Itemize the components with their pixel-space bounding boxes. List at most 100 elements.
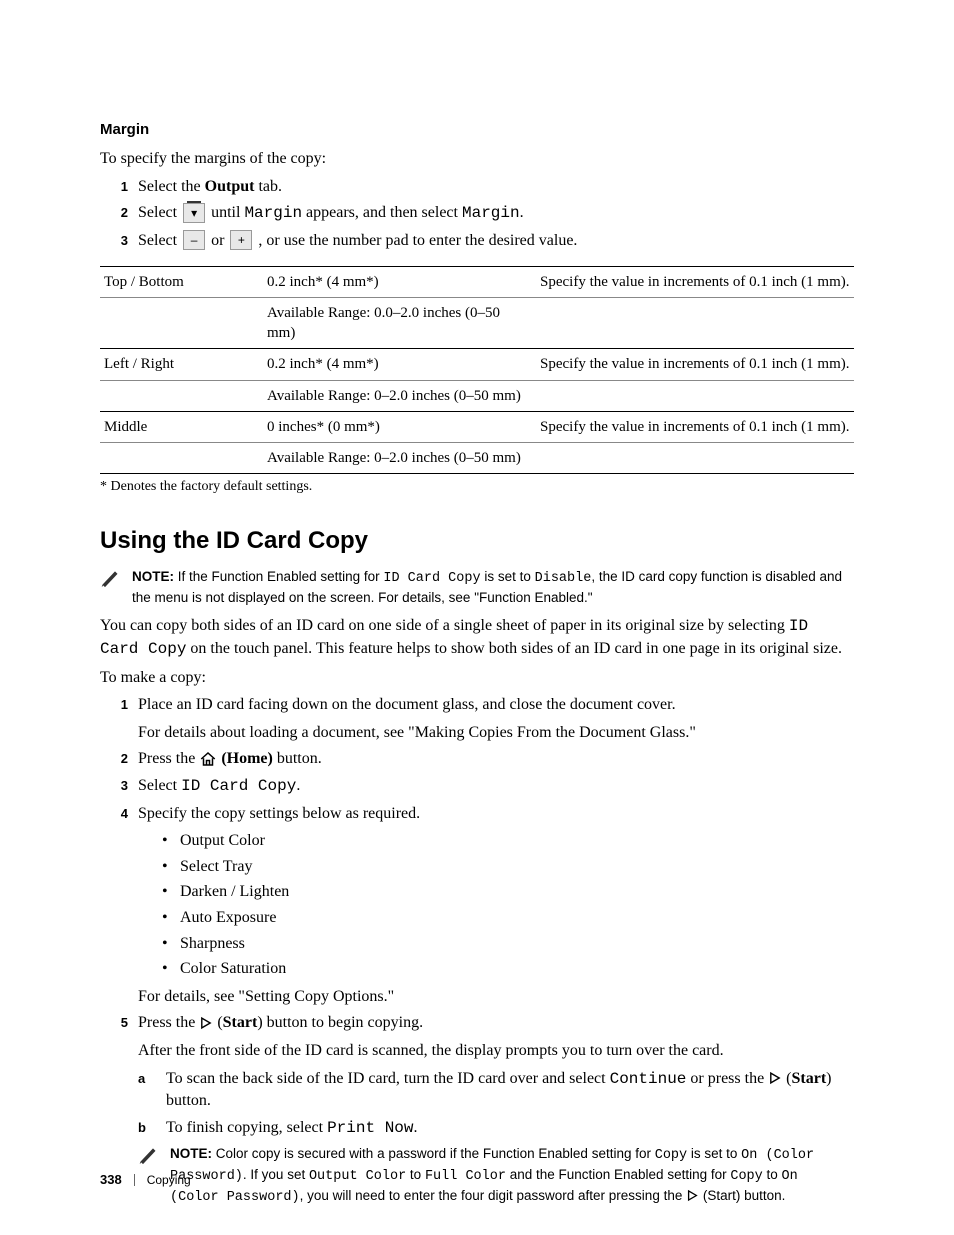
text: Output: [205, 178, 255, 195]
text: ID Card Copy: [383, 571, 480, 586]
text: .: [296, 777, 300, 794]
text: If the Function Enabled setting for: [178, 569, 384, 584]
table-cell: 0.2 inch* (4 mm*): [263, 349, 536, 380]
text: or: [211, 232, 228, 249]
text: Select: [138, 232, 181, 249]
note-icon: [100, 568, 126, 588]
text: Place an ID card facing down on the docu…: [138, 696, 676, 713]
margin-intro: To specify the margins of the copy:: [100, 148, 854, 170]
footnote: * Denotes the factory default settings.: [100, 478, 854, 497]
step-body: Specify the copy settings below as requi…: [138, 803, 854, 1008]
text: (Start) button.: [703, 1188, 786, 1203]
text: ID Card Copy: [181, 777, 296, 795]
text: , or use the number pad to enter the des…: [258, 232, 577, 249]
text: Print Now: [327, 1119, 413, 1137]
text: is set to: [687, 1146, 741, 1161]
text: Output Color: [309, 1169, 406, 1184]
step-number: 2: [100, 202, 138, 225]
text: or press the: [686, 1070, 768, 1087]
list-item: Darken / Lighten: [162, 881, 854, 903]
minus-icon: –: [183, 230, 205, 250]
text: (Home): [221, 750, 273, 767]
table-cell: Specify the value in increments of 0.1 i…: [536, 349, 854, 380]
down-arrow-icon: ▾: [183, 203, 205, 223]
start-icon: [199, 1016, 213, 1030]
text: tab.: [254, 178, 282, 195]
table-cell: Available Range: 0–2.0 inches (0–50 mm): [263, 443, 536, 474]
table-cell: Specify the value in increments of 0.1 i…: [536, 411, 854, 442]
text: until: [211, 204, 244, 221]
text: After the front side of the ID card is s…: [138, 1042, 724, 1059]
step-number: 1: [100, 694, 138, 743]
table-cell: Middle: [100, 411, 263, 442]
paragraph: You can copy both sides of an ID card on…: [100, 615, 854, 660]
text: Press the: [138, 1014, 199, 1031]
text: Full Color: [425, 1169, 506, 1184]
text: Copy: [655, 1148, 687, 1163]
table-cell: 0.2 inch* (4 mm*): [263, 266, 536, 297]
text: Select: [138, 777, 181, 794]
list-item: Auto Exposure: [162, 907, 854, 929]
step-body: Select ▾ until Margin appears, and then …: [138, 202, 854, 225]
section-name: Copying: [147, 1172, 191, 1188]
substep-body: To scan the back side of the ID card, tu…: [166, 1068, 854, 1112]
step-number: 1: [100, 176, 138, 198]
text: To finish copying, select: [166, 1119, 327, 1136]
divider: [134, 1174, 135, 1186]
step-body: Select – or + , or use the number pad to…: [138, 230, 854, 252]
margin-steps: 1 Select the Output tab. 2 Select ▾ unti…: [100, 176, 854, 252]
text: Select: [138, 204, 181, 221]
text: For details, see "Setting Copy Options.": [138, 988, 394, 1005]
idcard-steps: 1 Place an ID card facing down on the do…: [100, 694, 854, 1216]
text: ) button to begin copying.: [257, 1014, 423, 1031]
text: Start: [792, 1070, 827, 1087]
table-cell: Specify the value in increments of 0.1 i…: [536, 266, 854, 297]
text: , you will need to enter the four digit …: [300, 1188, 686, 1203]
text: You can copy both sides of an ID card on…: [100, 617, 789, 634]
bullet-list: Output Color Select Tray Darken / Lighte…: [162, 830, 854, 980]
step-number: 3: [100, 775, 138, 798]
start-icon: [768, 1071, 782, 1085]
step-body: Press the (Start) button to begin copyin…: [138, 1012, 854, 1216]
substep-letter: b: [138, 1117, 166, 1140]
table-cell: Left / Right: [100, 349, 263, 380]
margin-heading: Margin: [100, 120, 854, 140]
list-item: Color Saturation: [162, 958, 854, 980]
text: to: [406, 1167, 425, 1182]
idcard-heading: Using the ID Card Copy: [100, 525, 854, 557]
text: To scan the back side of the ID card, tu…: [166, 1070, 610, 1087]
text: Press the: [138, 750, 199, 767]
step-number: 3: [100, 230, 138, 252]
text: Start: [223, 1014, 258, 1031]
substep-letter: a: [138, 1068, 166, 1112]
page-footer: 338 Copying: [100, 1171, 191, 1189]
start-icon: [686, 1189, 699, 1202]
text: Margin: [462, 204, 520, 222]
step-body: Press the (Home) button.: [138, 748, 854, 770]
margin-table: Top / Bottom 0.2 inch* (4 mm*) Specify t…: [100, 266, 854, 475]
list-item: Select Tray: [162, 856, 854, 878]
note: NOTE: Color copy is secured with a passw…: [138, 1145, 854, 1208]
home-icon: [199, 751, 217, 767]
text: Disable: [535, 571, 592, 586]
text: For details about loading a document, se…: [138, 724, 696, 741]
text: Continue: [610, 1070, 687, 1088]
step-number: 4: [100, 803, 138, 1008]
text: .: [520, 204, 524, 221]
note: NOTE: If the Function Enabled setting fo…: [100, 568, 854, 608]
text: . If you set: [243, 1167, 309, 1182]
text: to: [763, 1167, 782, 1182]
page-number: 338: [100, 1171, 122, 1189]
substep-body: To finish copying, select Print Now.: [166, 1117, 854, 1140]
text: .: [414, 1119, 418, 1136]
table-cell: 0 inches* (0 mm*): [263, 411, 536, 442]
text: NOTE:: [132, 569, 178, 584]
step-number: 2: [100, 748, 138, 770]
paragraph: To make a copy:: [100, 667, 854, 689]
text: appears, and then select: [302, 204, 462, 221]
list-item: Output Color: [162, 830, 854, 852]
plus-icon: +: [230, 230, 252, 250]
table-cell: Available Range: 0.0–2.0 inches (0–50 mm…: [263, 297, 536, 349]
list-item: Sharpness: [162, 933, 854, 955]
text: Margin: [244, 204, 302, 222]
